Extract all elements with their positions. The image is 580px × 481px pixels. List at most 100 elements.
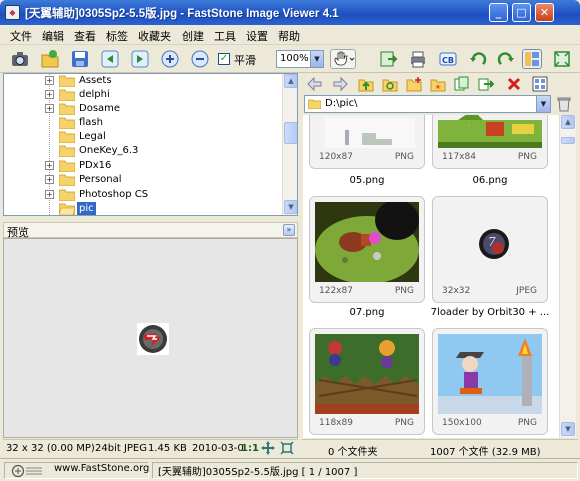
tree-item-assets[interactable]: + Assets — [4, 74, 284, 88]
menu-settings[interactable]: 设置 — [246, 28, 268, 44]
thumbnail-format: PNG — [394, 418, 414, 428]
new-folder-icon[interactable] — [406, 76, 422, 92]
chevron-down-icon[interactable]: ▼ — [310, 51, 323, 67]
batch-icon[interactable]: CB — [438, 49, 458, 69]
fullscreen-icon[interactable] — [552, 49, 572, 69]
thumbnail-card[interactable]: 120x87 PNG — [309, 115, 425, 169]
menu-help[interactable]: 帮助 — [278, 28, 300, 44]
tree-item-label: Photoshop CS — [79, 189, 149, 200]
close-button[interactable]: ✕ — [535, 3, 554, 22]
path-value: D:\pic\ — [325, 98, 358, 109]
folder-tree[interactable]: + Assets + delphi + Dosame flash Legal O… — [3, 73, 298, 216]
copy-to-icon[interactable] — [454, 76, 470, 92]
tree-item-onekey[interactable]: OneKey_6.3 — [4, 144, 284, 158]
website-link[interactable]: www.FastStone.org — [54, 463, 149, 474]
maximize-button[interactable]: □ — [512, 3, 531, 22]
path-input[interactable]: D:\pic\ ▼ — [304, 95, 551, 113]
scroll-up-icon[interactable]: ▲ — [284, 74, 297, 88]
refresh-folder-icon[interactable] — [382, 76, 398, 92]
menu-bar: 文件 编辑 查看 标签 收藏夹 创建 工具 设置 帮助 — [0, 25, 580, 45]
scroll-down-icon[interactable]: ▼ — [284, 200, 297, 214]
tree-item-delphi[interactable]: + delphi — [4, 88, 284, 102]
folder-count: 0 个文件夹 — [328, 447, 378, 458]
camera-icon[interactable] — [10, 49, 30, 69]
tree-item-pdx16[interactable]: + PDx16 — [4, 159, 284, 173]
save-icon[interactable] — [70, 49, 90, 69]
delete-icon[interactable] — [506, 76, 522, 92]
next-icon[interactable] — [130, 49, 150, 69]
thumbnail-card[interactable]: 118x89 PNG — [309, 328, 425, 435]
move-to-icon[interactable] — [478, 76, 494, 92]
tree-item-label: Legal — [79, 131, 106, 142]
actual-size-button[interactable]: 1:1 — [241, 443, 259, 454]
scroll-up-icon[interactable]: ▲ — [561, 115, 575, 129]
browser-layout-icon[interactable] — [522, 49, 542, 69]
folder-icon — [59, 145, 75, 157]
tree-item-flash[interactable]: flash — [4, 116, 284, 130]
folder-icon — [59, 89, 75, 101]
chevron-down-icon[interactable]: ▼ — [536, 96, 550, 112]
up-folder-icon[interactable] — [358, 76, 374, 92]
collapse-icon[interactable]: » — [283, 224, 295, 236]
expand-icon[interactable]: + — [45, 190, 54, 199]
zoom-in-icon[interactable] — [160, 49, 180, 69]
scroll-down-icon[interactable]: ▼ — [561, 422, 575, 436]
thumbnail-format: PNG — [517, 152, 537, 162]
expand-icon[interactable]: + — [45, 175, 54, 184]
thumbnail-dimensions: 122x87 — [319, 286, 353, 296]
thumbnail-card[interactable]: · 117x84 PNG — [432, 115, 548, 169]
scroll-thumb[interactable] — [561, 137, 575, 144]
tree-item-legal[interactable]: Legal — [4, 130, 284, 144]
expand-icon[interactable]: + — [45, 104, 54, 113]
zoom-out-icon[interactable] — [190, 49, 210, 69]
tree-item-photoshop[interactable]: + Photoshop CS — [4, 188, 284, 202]
tree-scrollbar[interactable]: ▲ ▼ — [282, 74, 297, 215]
fit-arrows-icon[interactable] — [261, 441, 275, 458]
expand-icon[interactable]: + — [45, 76, 54, 85]
recycle-bin-icon[interactable] — [556, 96, 572, 112]
zoom-select[interactable]: 100% ▼ — [276, 50, 324, 68]
fit-window-icon[interactable] — [280, 441, 294, 458]
app-icon[interactable]: ◆ — [5, 5, 20, 20]
export-icon[interactable] — [378, 49, 398, 69]
thumbnail-card[interactable]: 7 32x32 JPEG — [432, 196, 548, 303]
open-folder-icon[interactable] — [40, 49, 60, 69]
preview-header: 预览 » — [3, 222, 298, 239]
scroll-thumb[interactable] — [284, 122, 297, 144]
minimize-button[interactable]: _ — [489, 3, 508, 22]
smooth-checkbox[interactable]: ✓ — [218, 53, 230, 65]
menu-file[interactable]: 文件 — [10, 28, 32, 44]
prev-icon[interactable] — [100, 49, 120, 69]
svg-text:7: 7 — [488, 235, 496, 249]
tree-item-pic[interactable]: pic — [4, 202, 284, 215]
thumbnail-scrollbar[interactable]: ▲ ▼ — [559, 115, 576, 438]
menu-tags[interactable]: 标签 — [106, 28, 128, 44]
menu-create[interactable]: 创建 — [182, 28, 204, 44]
thumbnail-grid[interactable]: 120x87 PNG 05.png · 117x84 PNG 06.png 12… — [303, 115, 559, 438]
menu-view[interactable]: 查看 — [74, 28, 96, 44]
thumbnail-dimensions: 32x32 — [442, 286, 471, 296]
expand-icon[interactable]: + — [45, 90, 54, 99]
thumbnail-format: JPEG — [516, 286, 537, 296]
thumbnail-format: PNG — [517, 418, 537, 428]
favorites-folder-icon[interactable] — [430, 76, 446, 92]
tree-item-dosame[interactable]: + Dosame — [4, 102, 284, 116]
menu-favorites[interactable]: 收藏夹 — [138, 28, 171, 44]
folder-icon — [59, 103, 75, 115]
zoom-value: 100% — [280, 53, 309, 64]
menu-edit[interactable]: 编辑 — [42, 28, 64, 44]
folder-icon — [59, 174, 75, 186]
rotate-right-icon[interactable] — [496, 49, 516, 69]
menu-tools[interactable]: 工具 — [214, 28, 236, 44]
hand-tool-icon[interactable] — [330, 49, 356, 69]
open-folder-icon — [59, 203, 75, 215]
thumbnail-view-icon[interactable] — [532, 76, 548, 92]
back-arrow-icon[interactable] — [307, 76, 323, 92]
forward-arrow-icon[interactable] — [332, 76, 348, 92]
rotate-left-icon[interactable] — [468, 49, 488, 69]
print-icon[interactable] — [408, 49, 428, 69]
expand-icon[interactable]: + — [45, 161, 54, 170]
thumbnail-card[interactable]: 150x100 PNG — [432, 328, 548, 435]
tree-item-personal[interactable]: + Personal — [4, 173, 284, 187]
thumbnail-card[interactable]: 122x87 PNG — [309, 196, 425, 303]
